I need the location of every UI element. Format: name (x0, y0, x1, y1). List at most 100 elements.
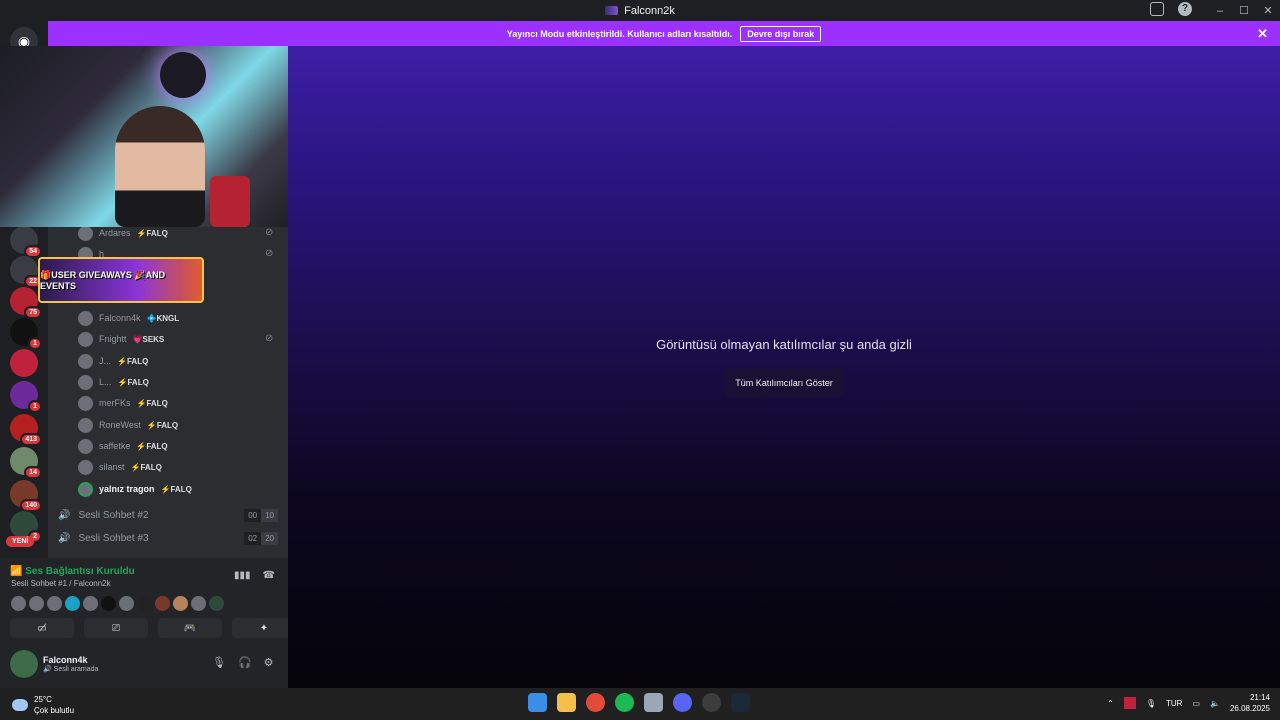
member-name: J... (99, 356, 112, 366)
voice-member-speaking[interactable]: yalnız tragon ⚡FALQ (78, 481, 192, 497)
voice-member[interactable]: L... ⚡FALQ (78, 374, 149, 390)
voice-action-buttons: ▭̸ ⎚ 🎮 ✦ (10, 618, 296, 638)
voice-member[interactable]: Fnightt 💗SEKS (78, 331, 164, 347)
voice-member[interactable]: RoneWest ⚡FALQ (78, 417, 178, 433)
server-icon[interactable]: 54 (10, 226, 42, 258)
language-indicator[interactable]: TUR (1166, 699, 1182, 708)
server-icon[interactable]: 2 (10, 511, 42, 543)
server-icon[interactable]: 1 (10, 318, 42, 350)
windows-taskbar: 25°C Çok bulutlu ⌃ 🎙 TUR ▭ 🔈 21:14 26.08… (0, 688, 1280, 720)
weather-condition: Çok bulutlu (34, 706, 75, 715)
volume-icon[interactable]: 🔈 (1210, 699, 1220, 708)
participant-avatar[interactable] (173, 596, 188, 611)
activity-icon[interactable]: 🎮 (158, 618, 222, 638)
steam-icon[interactable] (731, 693, 750, 712)
avatar (78, 374, 93, 390)
server-icon[interactable]: 1 (10, 381, 42, 413)
participant-avatar[interactable] (29, 596, 44, 611)
user-avatar[interactable] (10, 650, 38, 678)
user-name[interactable]: Falconn4k (43, 655, 88, 665)
avatar (78, 225, 93, 241)
user-status: 🔊 Sesli aramada (43, 666, 99, 673)
member-tag: ⚡FALQ (136, 398, 168, 408)
member-name: yalnız tragon (99, 484, 155, 494)
disconnect-icon[interactable]: ☎ (263, 570, 275, 581)
disable-streamer-mode-button[interactable]: Devre dışı bırak (740, 25, 822, 42)
file-explorer-icon[interactable] (557, 693, 576, 712)
help-icon[interactable]: ? (1178, 2, 1192, 16)
start-icon[interactable] (528, 693, 547, 712)
voice-channel-path[interactable]: Sesli Sohbet #1 / Falconn2k (11, 579, 111, 588)
server-icon[interactable]: 75 (10, 287, 42, 319)
discord-app-icon[interactable] (673, 693, 692, 712)
giveaway-banner[interactable]: 🎁USER GIVEAWAYS 🎉AND EVENTS (38, 257, 204, 303)
obs-icon[interactable] (702, 693, 721, 712)
clock[interactable]: 21:14 26.08.2025 (1230, 692, 1270, 714)
tray-app-icon[interactable] (1123, 697, 1136, 709)
camera-off-icon: ⊘ (265, 227, 274, 238)
microphone-tray-icon[interactable]: 🎙 (1146, 699, 1156, 708)
participant-avatar[interactable] (209, 596, 224, 611)
voice-member[interactable]: silanst ⚡FALQ (78, 459, 162, 475)
voice-member[interactable]: J... ⚡FALQ (78, 353, 148, 369)
microphone-icon[interactable]: 🎙 (212, 656, 226, 669)
participant-avatar[interactable] (119, 596, 134, 611)
member-name: Falconn4k (99, 313, 141, 323)
voice-member[interactable]: merFKs ⚡FALQ (78, 395, 168, 411)
voice-channel[interactable]: 🔊 Sesli Sohbet #2 00 10 (58, 506, 278, 524)
member-tag: ⚡FALQ (117, 356, 149, 366)
avatar (78, 395, 93, 411)
voice-member[interactable]: saffetke ⚡FALQ (78, 438, 168, 454)
temperature: 25°C (34, 695, 52, 704)
chevron-up-icon[interactable]: ⌃ (1107, 699, 1114, 708)
avatar (78, 417, 93, 433)
noise-suppression-icon[interactable]: ▮▮▮ (234, 570, 251, 581)
window-title: Falconn2k (605, 5, 675, 17)
headphones-icon[interactable]: 🎧 (238, 656, 252, 669)
voice-controls: ▮▮▮ ☎ (234, 570, 275, 581)
weather-widget[interactable]: 25°C Çok bulutlu (12, 694, 74, 716)
participant-avatar[interactable] (155, 596, 170, 611)
member-name: silanst (99, 462, 125, 472)
participant-avatar[interactable] (191, 596, 206, 611)
server-icon[interactable]: 14 (10, 447, 42, 479)
show-all-participants-button[interactable]: Tüm Katılımcıları Göster (724, 369, 844, 397)
screen-share-icon[interactable]: ⎚ (84, 618, 148, 638)
minimize-icon[interactable]: – (1208, 5, 1232, 17)
participant-avatar[interactable] (101, 596, 116, 611)
voice-channel[interactable]: 🔊 Sesli Sohbet #3 02 20 (58, 529, 278, 547)
participant-avatar[interactable] (11, 596, 26, 611)
network-icon[interactable]: ▭ (1192, 699, 1200, 708)
chrome-icon[interactable] (586, 693, 605, 712)
titlebar-tools: ? (1150, 2, 1192, 16)
soundboard-icon[interactable]: ✦ (232, 618, 296, 638)
server-icon[interactable]: 140 (10, 480, 42, 512)
participant-avatar[interactable] (65, 596, 80, 611)
participant-avatar[interactable] (83, 596, 98, 611)
close-window-icon[interactable]: ✕ (1256, 4, 1280, 17)
server-icon[interactable] (10, 349, 38, 377)
voice-channel-name: Sesli Sohbet #3 (78, 532, 149, 544)
settings-icon[interactable]: ⚙ (264, 656, 274, 669)
server-badge: 1 (28, 400, 42, 413)
camera-off-icon: ⊘ (265, 333, 274, 344)
stream-thumbnail-icon (605, 6, 619, 15)
spotify-icon[interactable] (615, 693, 634, 712)
settings-app-icon[interactable] (644, 693, 663, 712)
inbox-icon[interactable] (1150, 2, 1164, 16)
voice-participants (11, 596, 224, 611)
close-icon[interactable]: ✕ (1257, 26, 1268, 42)
server-icon[interactable]: 413 (10, 414, 42, 446)
participant-avatar[interactable] (47, 596, 62, 611)
camera-toggle-icon[interactable]: ▭̸ (10, 618, 74, 638)
user-count: 00 10 (244, 508, 278, 522)
server-icon[interactable]: 22 (10, 256, 42, 288)
voice-member[interactable]: Falconn4k 💠KNGL (78, 310, 179, 326)
user-count: 02 20 (244, 531, 278, 545)
new-server-pill[interactable]: YENİ (6, 536, 35, 547)
user-panel: Falconn4k 🔊 Sesli aramada 🎙 🎧 ⚙ (0, 644, 288, 688)
maximize-icon[interactable]: ☐ (1232, 4, 1256, 17)
voice-member[interactable]: Ardares ⚡FALQ (78, 225, 168, 241)
participant-avatar[interactable] (137, 596, 152, 611)
window-titlebar: Falconn2k ? – ☐ ✕ (0, 0, 1280, 21)
